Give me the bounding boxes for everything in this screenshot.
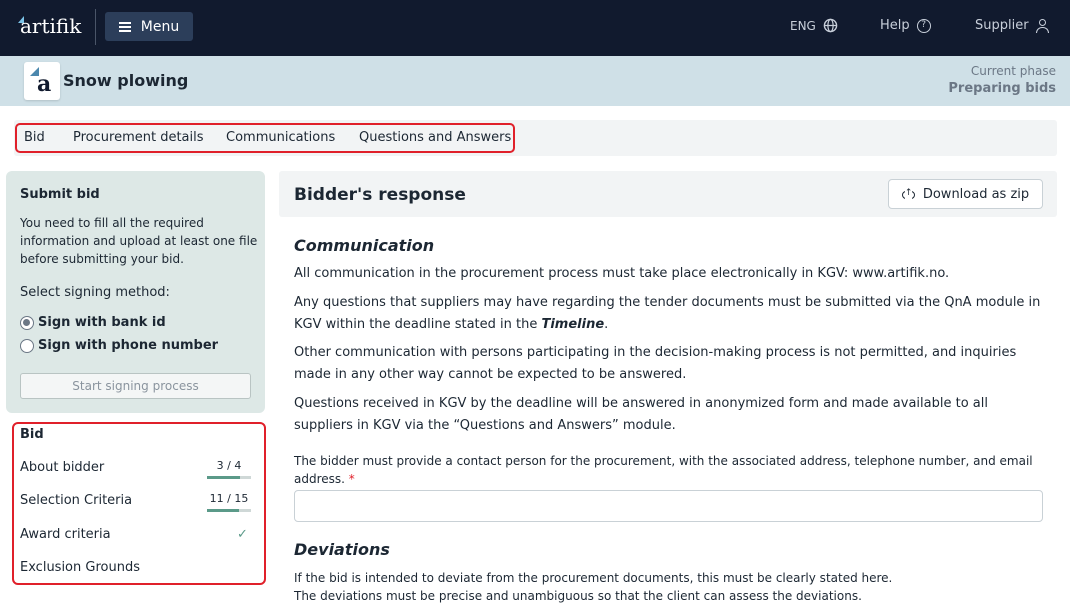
hamburger-icon [118, 21, 131, 32]
bid-item-about-bidder[interactable]: About bidder [20, 460, 104, 475]
page-title: Bidder's response [294, 185, 466, 205]
about-bidder-progress-bar [207, 476, 251, 479]
bid-item-exclusion-grounds[interactable]: Exclusion Grounds [20, 560, 140, 575]
radio-unchecked-icon[interactable] [20, 338, 34, 353]
contact-person-label-text: The bidder must provide a contact person… [294, 454, 1033, 486]
start-signing-button[interactable]: Start signing process [20, 373, 251, 399]
contact-person-input[interactable] [294, 490, 1043, 522]
deviations-line-1: If the bid is intended to deviate from t… [294, 571, 893, 585]
language-label: ENG [790, 18, 816, 33]
timeline-reference: Timeline [541, 317, 605, 332]
communication-heading: Communication [294, 236, 435, 255]
required-marker: * [348, 472, 355, 486]
help-link[interactable]: Help ? [880, 18, 931, 33]
user-menu[interactable]: Supplier [975, 18, 1049, 33]
about-bidder-progress-fill [207, 476, 240, 479]
communication-paragraph-2: Any questions that suppliers may have re… [294, 292, 1049, 336]
submit-bid-title: Submit bid [20, 187, 100, 202]
tab-bid[interactable]: Bid [24, 130, 45, 145]
globe-icon [823, 18, 838, 33]
communication-paragraph-2-text: Any questions that suppliers may have re… [294, 295, 1041, 332]
sign-phone-number-option[interactable]: Sign with phone number [20, 338, 218, 353]
project-logo-letter: a [37, 71, 52, 97]
user-icon [1035, 18, 1049, 33]
logo-text: artifik [20, 14, 82, 38]
download-zip-label: Download as zip [922, 186, 1030, 202]
tab-questions-and-answers[interactable]: Questions and Answers [359, 130, 511, 145]
current-phase-value: Preparing bids [948, 81, 1056, 96]
user-role-label: Supplier [975, 18, 1029, 33]
about-bidder-progress-count: 3 / 4 [216, 459, 242, 472]
cloud-upload-icon [901, 186, 916, 200]
help-label: Help [880, 18, 910, 33]
sign-phone-number-label: Sign with phone number [38, 338, 219, 353]
logo-divider [95, 9, 96, 45]
tab-communications[interactable]: Communications [226, 130, 335, 145]
language-selector[interactable]: ENG [790, 18, 838, 33]
help-icon: ? [916, 18, 931, 33]
project-header: a Snow plowing Current phase Preparing b… [0, 56, 1070, 106]
selection-criteria-progress-bar [207, 509, 251, 512]
project-title: Snow plowing [63, 71, 189, 90]
sign-bank-id-option[interactable]: Sign with bank id [20, 315, 166, 330]
menu-button-label: Menu [140, 18, 180, 35]
communication-paragraph-1: All communication in the procurement pro… [294, 266, 950, 281]
sign-bank-id-label: Sign with bank id [38, 315, 166, 330]
communication-paragraph-3: Other communication with persons partici… [294, 345, 1017, 382]
download-zip-button[interactable]: Download as zip [888, 179, 1043, 209]
communication-paragraph-4: Questions received in KGV by the deadlin… [294, 396, 988, 433]
contact-person-label: The bidder must provide a contact person… [294, 452, 1044, 488]
selection-criteria-progress-fill [207, 509, 240, 512]
deviations-line-2: The deviations must be precise and unamb… [294, 589, 862, 603]
menu-button[interactable]: Menu [105, 12, 193, 41]
logo-mark-icon [18, 16, 24, 23]
tab-procurement-details[interactable]: Procurement details [73, 130, 204, 145]
current-phase-label: Current phase [970, 64, 1056, 78]
signing-method-label: Select signing method: [20, 285, 170, 300]
bid-item-award-criteria[interactable]: Award criteria [20, 527, 111, 542]
bid-sections-title: Bid [20, 427, 44, 442]
deviations-heading: Deviations [294, 540, 390, 559]
bid-item-selection-criteria[interactable]: Selection Criteria [20, 493, 132, 508]
top-navigation-bar: artifik Menu ENG Help ? Supplier [0, 0, 1070, 56]
artifik-logo[interactable]: artifik [18, 14, 82, 38]
selection-criteria-progress-count: 11 / 15 [209, 492, 249, 505]
checkmark-icon: ✓ [237, 527, 248, 542]
project-logo-icon: a [24, 62, 60, 100]
submit-bid-description: You need to fill all the required inform… [20, 216, 258, 266]
communication-paragraph-2-end: . [604, 317, 609, 332]
radio-checked-icon[interactable] [20, 315, 34, 330]
